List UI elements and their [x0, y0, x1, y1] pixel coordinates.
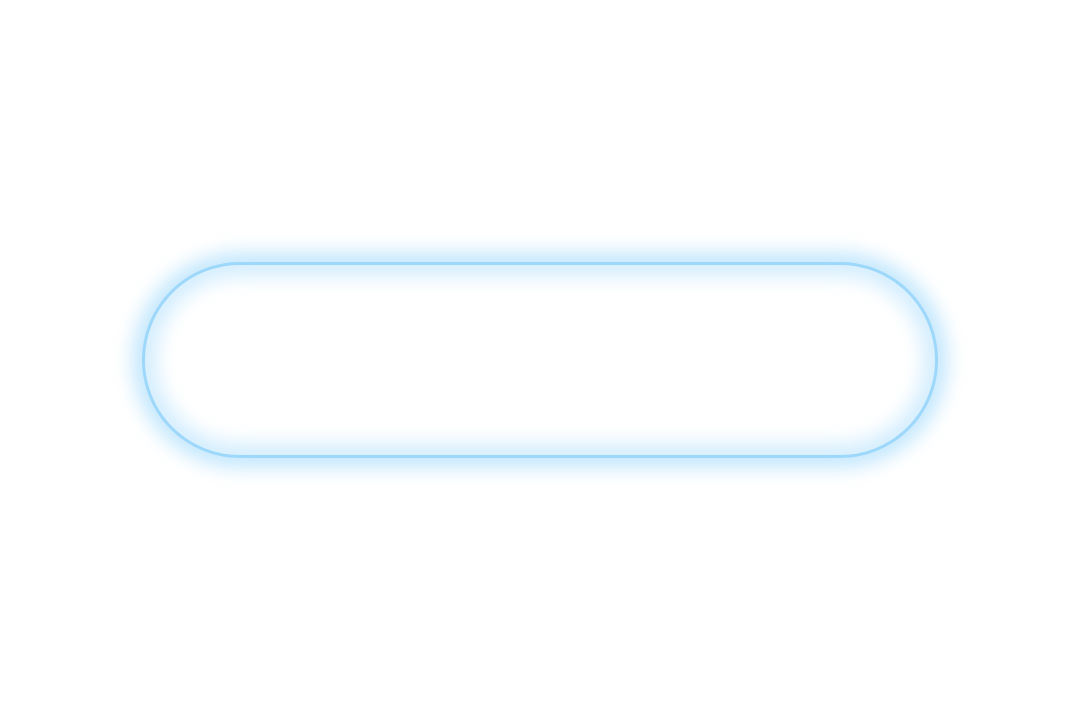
- glowing-pill-button[interactable]: [142, 262, 938, 458]
- canvas-background: [0, 0, 1080, 720]
- pill-button-label: [145, 265, 935, 455]
